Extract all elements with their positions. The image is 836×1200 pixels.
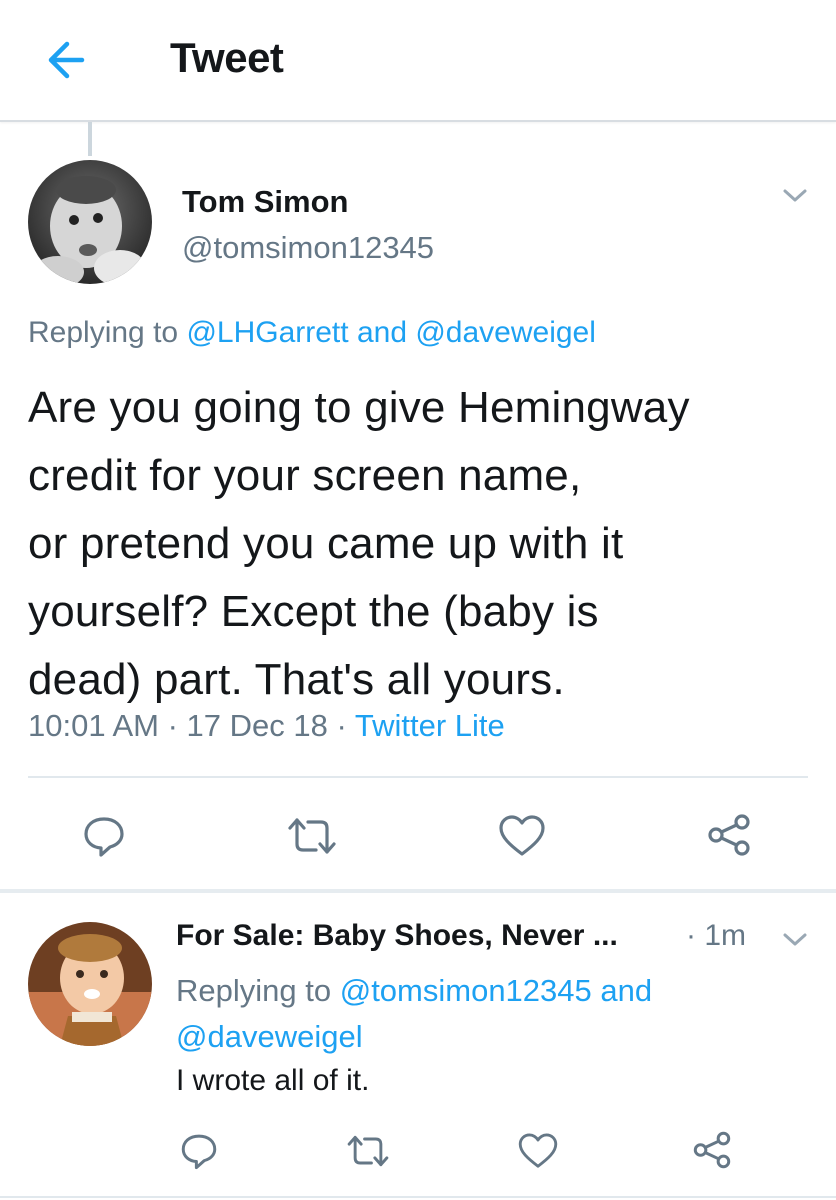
like-icon xyxy=(499,815,545,856)
back-button[interactable] xyxy=(40,36,100,86)
chevron-down-icon xyxy=(783,933,807,946)
replying-to: Replying to @LHGarrett and @daveweigel xyxy=(28,316,596,350)
reply-icon xyxy=(181,1134,217,1170)
replying-prefix: Replying to xyxy=(28,316,187,349)
mention-link[interactable]: @LHGarrett xyxy=(186,316,348,349)
replying-prefix: Replying to xyxy=(176,973,340,1008)
reply-time: · 1m xyxy=(686,919,746,952)
page-title: Tweet xyxy=(170,34,284,81)
retweet-button[interactable] xyxy=(344,1130,392,1177)
tweet-text-line: credit for your screen name, xyxy=(28,451,582,500)
reply-button[interactable] xyxy=(80,812,128,865)
mention-link[interactable]: @tomsimon12345 xyxy=(340,973,592,1008)
retweet-icon xyxy=(288,818,336,854)
arrow-left-icon xyxy=(48,41,85,79)
like-button[interactable] xyxy=(516,1130,560,1177)
replying-and: and xyxy=(591,973,653,1008)
tweet-text-line: Are you going to give Hemingway xyxy=(28,383,690,432)
divider xyxy=(0,1196,836,1198)
avatar[interactable] xyxy=(28,922,152,1046)
share-icon xyxy=(708,814,750,856)
top-bar: Tweet xyxy=(0,0,836,122)
retweet-icon xyxy=(347,1135,389,1167)
share-icon xyxy=(693,1131,731,1169)
reply-button[interactable] xyxy=(178,1130,220,1177)
retweet-button[interactable] xyxy=(284,812,340,865)
tweet-menu-button[interactable] xyxy=(780,928,810,955)
tweet-source-link[interactable]: Twitter Lite xyxy=(355,708,505,743)
tweet-menu-button[interactable] xyxy=(780,184,810,211)
mention-link[interactable]: @daveweigel xyxy=(176,1019,363,1054)
mention-link[interactable]: @daveweigel xyxy=(415,316,596,349)
divider xyxy=(0,889,836,893)
thread-connector xyxy=(88,122,92,156)
author-handle[interactable]: @tomsimon12345 xyxy=(182,230,434,266)
tweet-time: 10:01 AM xyxy=(28,708,159,743)
avatar[interactable] xyxy=(28,160,152,284)
like-icon xyxy=(518,1133,558,1168)
tweet-text-line: yourself? Except the (baby is xyxy=(28,587,599,636)
reply-icon xyxy=(84,817,124,857)
reply-text: I wrote all of it. xyxy=(176,1064,370,1097)
share-button[interactable] xyxy=(704,810,754,865)
tweet-text: Are you going to give Hemingway credit f… xyxy=(28,374,818,714)
chevron-down-icon xyxy=(783,189,807,202)
author-name[interactable]: Tom Simon xyxy=(182,184,348,220)
meta-separator: · xyxy=(327,708,355,743)
divider xyxy=(28,776,808,778)
replying-and: and xyxy=(348,316,416,349)
share-button[interactable] xyxy=(690,1128,734,1177)
replying-to: Replying to @tomsimon12345 and @daveweig… xyxy=(176,968,776,1060)
tweet-date: 17 Dec 18 xyxy=(186,708,328,743)
meta-separator: · xyxy=(158,708,187,743)
tweet-meta: 10:01 AM · 17 Dec 18 · Twitter Lite xyxy=(28,708,505,744)
tweet-text-line: dead) part. That's all yours. xyxy=(28,655,565,704)
reply-author-name[interactable]: For Sale: Baby Shoes, Never ... xyxy=(176,919,618,953)
like-button[interactable] xyxy=(496,812,548,865)
tweet-text-line: or pretend you came up with it xyxy=(28,519,624,568)
